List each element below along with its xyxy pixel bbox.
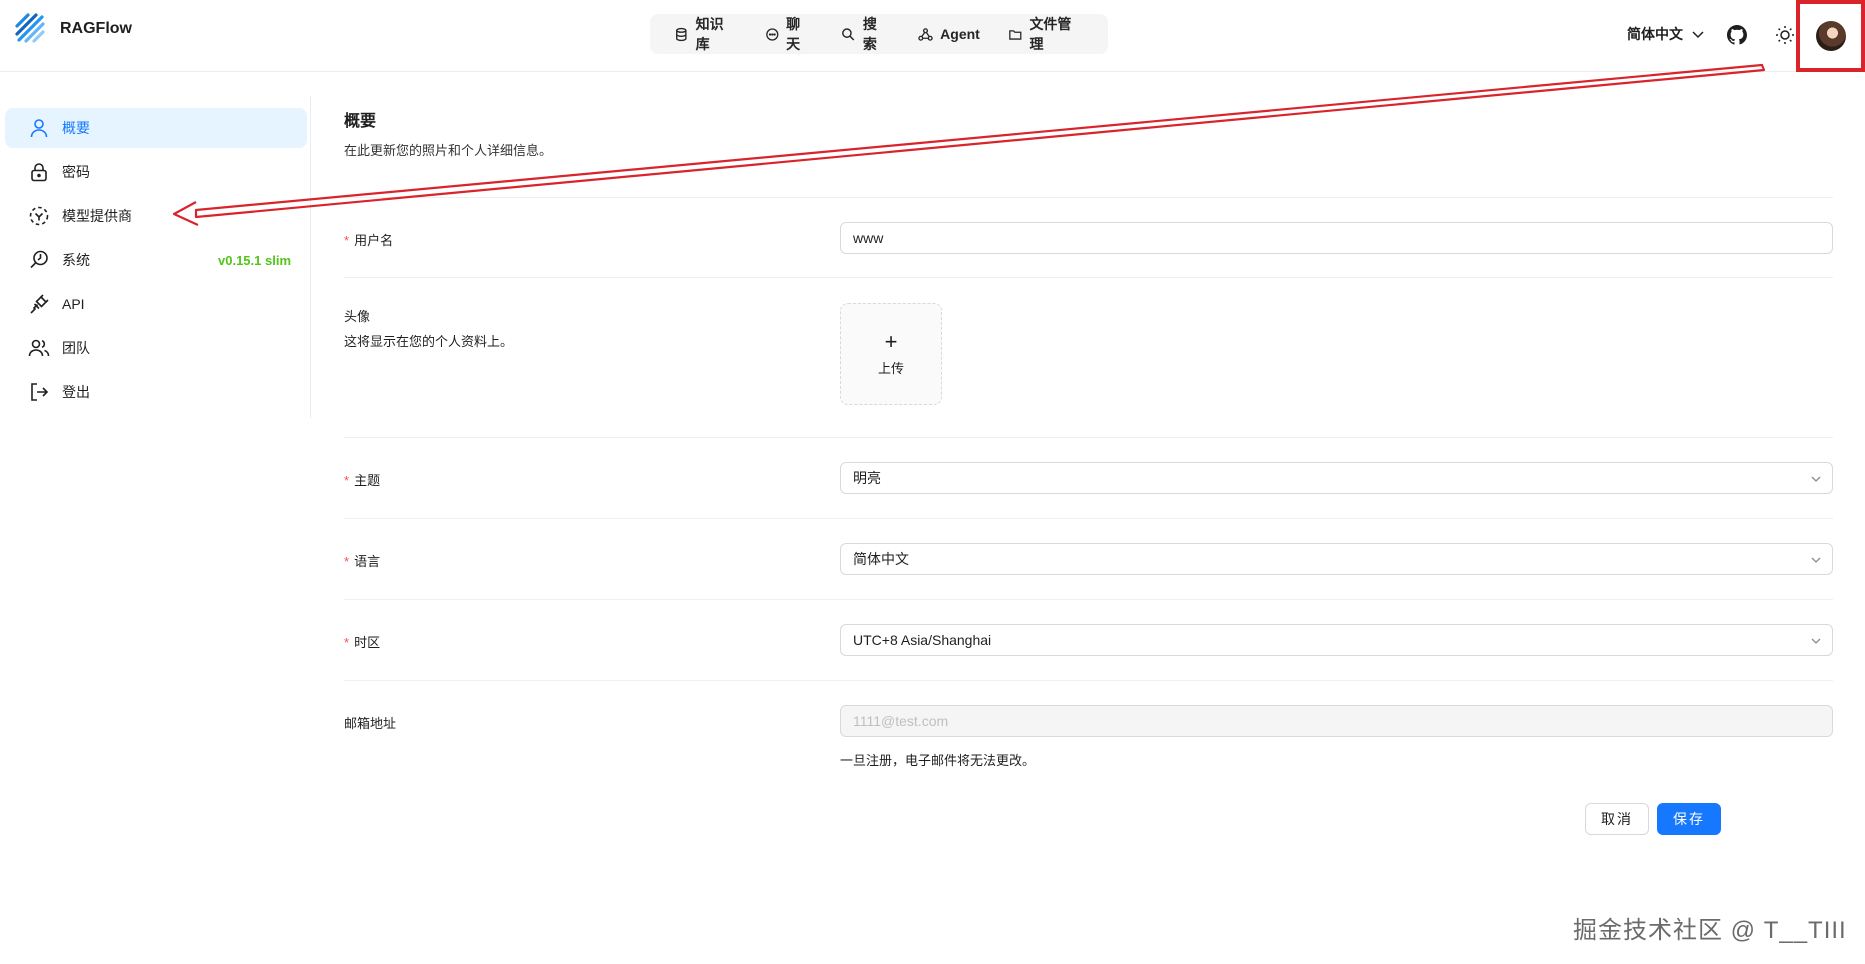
nav-file-management[interactable]: 文件管理 (994, 14, 1098, 54)
sidebar-item-label: 系统 (62, 252, 90, 268)
chevron-down-icon (1692, 31, 1704, 39)
agent-icon (918, 27, 933, 41)
chevron-down-icon (1811, 557, 1821, 563)
required-mark: * (344, 473, 350, 488)
divider (344, 437, 1833, 438)
theme-label: * 主题 (344, 473, 381, 488)
save-button[interactable]: 保存 (1657, 803, 1721, 835)
avatar-upload-button[interactable]: + 上传 (840, 303, 942, 405)
divider (344, 277, 1833, 278)
select-value: 简体中文 (853, 551, 909, 567)
system-icon (30, 250, 48, 269)
model-icon (29, 206, 49, 226)
language-label: 简体中文 (1627, 26, 1683, 42)
divider (344, 599, 1833, 600)
required-mark: * (344, 635, 350, 650)
required-mark: * (344, 554, 350, 569)
main-nav: 知识库 聊天 搜索 Agent 文件管理 (650, 14, 1108, 54)
sidebar-item-password[interactable]: 密码 (5, 152, 307, 192)
plus-icon: + (884, 328, 898, 354)
username-label: * 用户名 (344, 233, 394, 248)
language-select[interactable]: 简体中文 (840, 543, 1833, 575)
username-input[interactable] (840, 222, 1833, 254)
theme-select[interactable]: 明亮 (840, 462, 1833, 494)
upload-label: 上传 (877, 360, 904, 376)
email-label: 邮箱地址 (344, 716, 397, 731)
timezone-select[interactable]: UTC+8 Asia/Shanghai (840, 624, 1833, 656)
sidebar-item-label: API (62, 296, 85, 312)
database-icon (676, 27, 687, 41)
timezone-label: * 时区 (344, 635, 381, 650)
app-logo[interactable]: RAGFlow (14, 12, 132, 46)
sidebar-item-model-providers[interactable]: 模型提供商 (5, 196, 307, 236)
plug-icon (30, 294, 49, 314)
cancel-button[interactable]: 取消 (1585, 803, 1649, 835)
lock-icon (31, 163, 47, 182)
search-icon (842, 27, 855, 40)
chevron-down-icon (1811, 638, 1821, 644)
ragflow-logo-icon (15, 13, 45, 43)
sidebar-item-api[interactable]: API (5, 284, 307, 324)
sidebar-item-team[interactable]: 团队 (5, 328, 307, 368)
nav-search[interactable]: 搜索 (827, 14, 904, 54)
sidebar-item-logout[interactable]: 登出 (5, 372, 307, 412)
language-label: * 语言 (344, 554, 381, 569)
nav-chat[interactable]: 聊天 (751, 14, 828, 54)
email-input[interactable] (840, 705, 1833, 737)
user-icon (30, 119, 48, 138)
sidebar-item-label: 登出 (62, 384, 90, 400)
nav-label: 知识库 (695, 16, 724, 52)
sidebar-item-label: 密码 (62, 164, 90, 180)
page-description: 在此更新您的照片和个人详细信息。 (344, 143, 553, 158)
page-title: 概要 (344, 113, 377, 130)
divider (344, 197, 1833, 198)
team-icon (28, 339, 50, 357)
sidebar-item-label: 团队 (62, 340, 90, 356)
github-icon[interactable] (1727, 25, 1747, 45)
email-hint: 一旦注册，电子邮件将无法更改。 (840, 753, 1036, 768)
avatar-highlight-box (1796, 0, 1865, 72)
avatar-label: 头像 这将显示在您的个人资料上。 (344, 309, 514, 349)
sidebar-item-label: 概要 (62, 120, 90, 136)
sidebar-item-profile[interactable]: 概要 (5, 108, 307, 148)
select-value: 明亮 (853, 470, 881, 486)
settings-sidebar: 概要 密码 模型提供商 系统 v0.15.1 slim API 团队 登出 (0, 96, 311, 418)
watermark: 掘金技术社区 @ T__TIII (1573, 917, 1847, 944)
chevron-down-icon (1811, 476, 1821, 482)
nav-label: 聊天 (786, 16, 801, 52)
chat-icon (765, 27, 778, 41)
sidebar-item-system[interactable]: 系统 v0.15.1 slim (5, 240, 307, 280)
divider (344, 680, 1833, 681)
top-header: RAGFlow 知识库 聊天 搜索 Agent 文件管理 简体中文 (0, 0, 1865, 72)
nav-label: 文件管理 (1029, 16, 1072, 52)
folder-icon (1009, 29, 1022, 40)
nav-label: 搜索 (862, 16, 877, 52)
avatar-description: 这将显示在您的个人资料上。 (344, 334, 514, 349)
user-avatar[interactable] (1815, 21, 1846, 51)
nav-agent[interactable]: Agent (904, 14, 994, 54)
divider (344, 518, 1833, 519)
select-value: UTC+8 Asia/Shanghai (853, 632, 992, 648)
version-badge: v0.15.1 slim (218, 252, 291, 268)
theme-toggle-sun-icon[interactable] (1774, 24, 1796, 46)
sidebar-item-label: 模型提供商 (62, 208, 132, 224)
app-name: RAGFlow (60, 20, 132, 37)
language-switcher[interactable]: 简体中文 (1627, 24, 1705, 44)
logout-icon (31, 383, 49, 401)
nav-label: Agent (940, 26, 980, 42)
required-mark: * (344, 233, 350, 248)
nav-knowledge-base[interactable]: 知识库 (660, 14, 751, 54)
